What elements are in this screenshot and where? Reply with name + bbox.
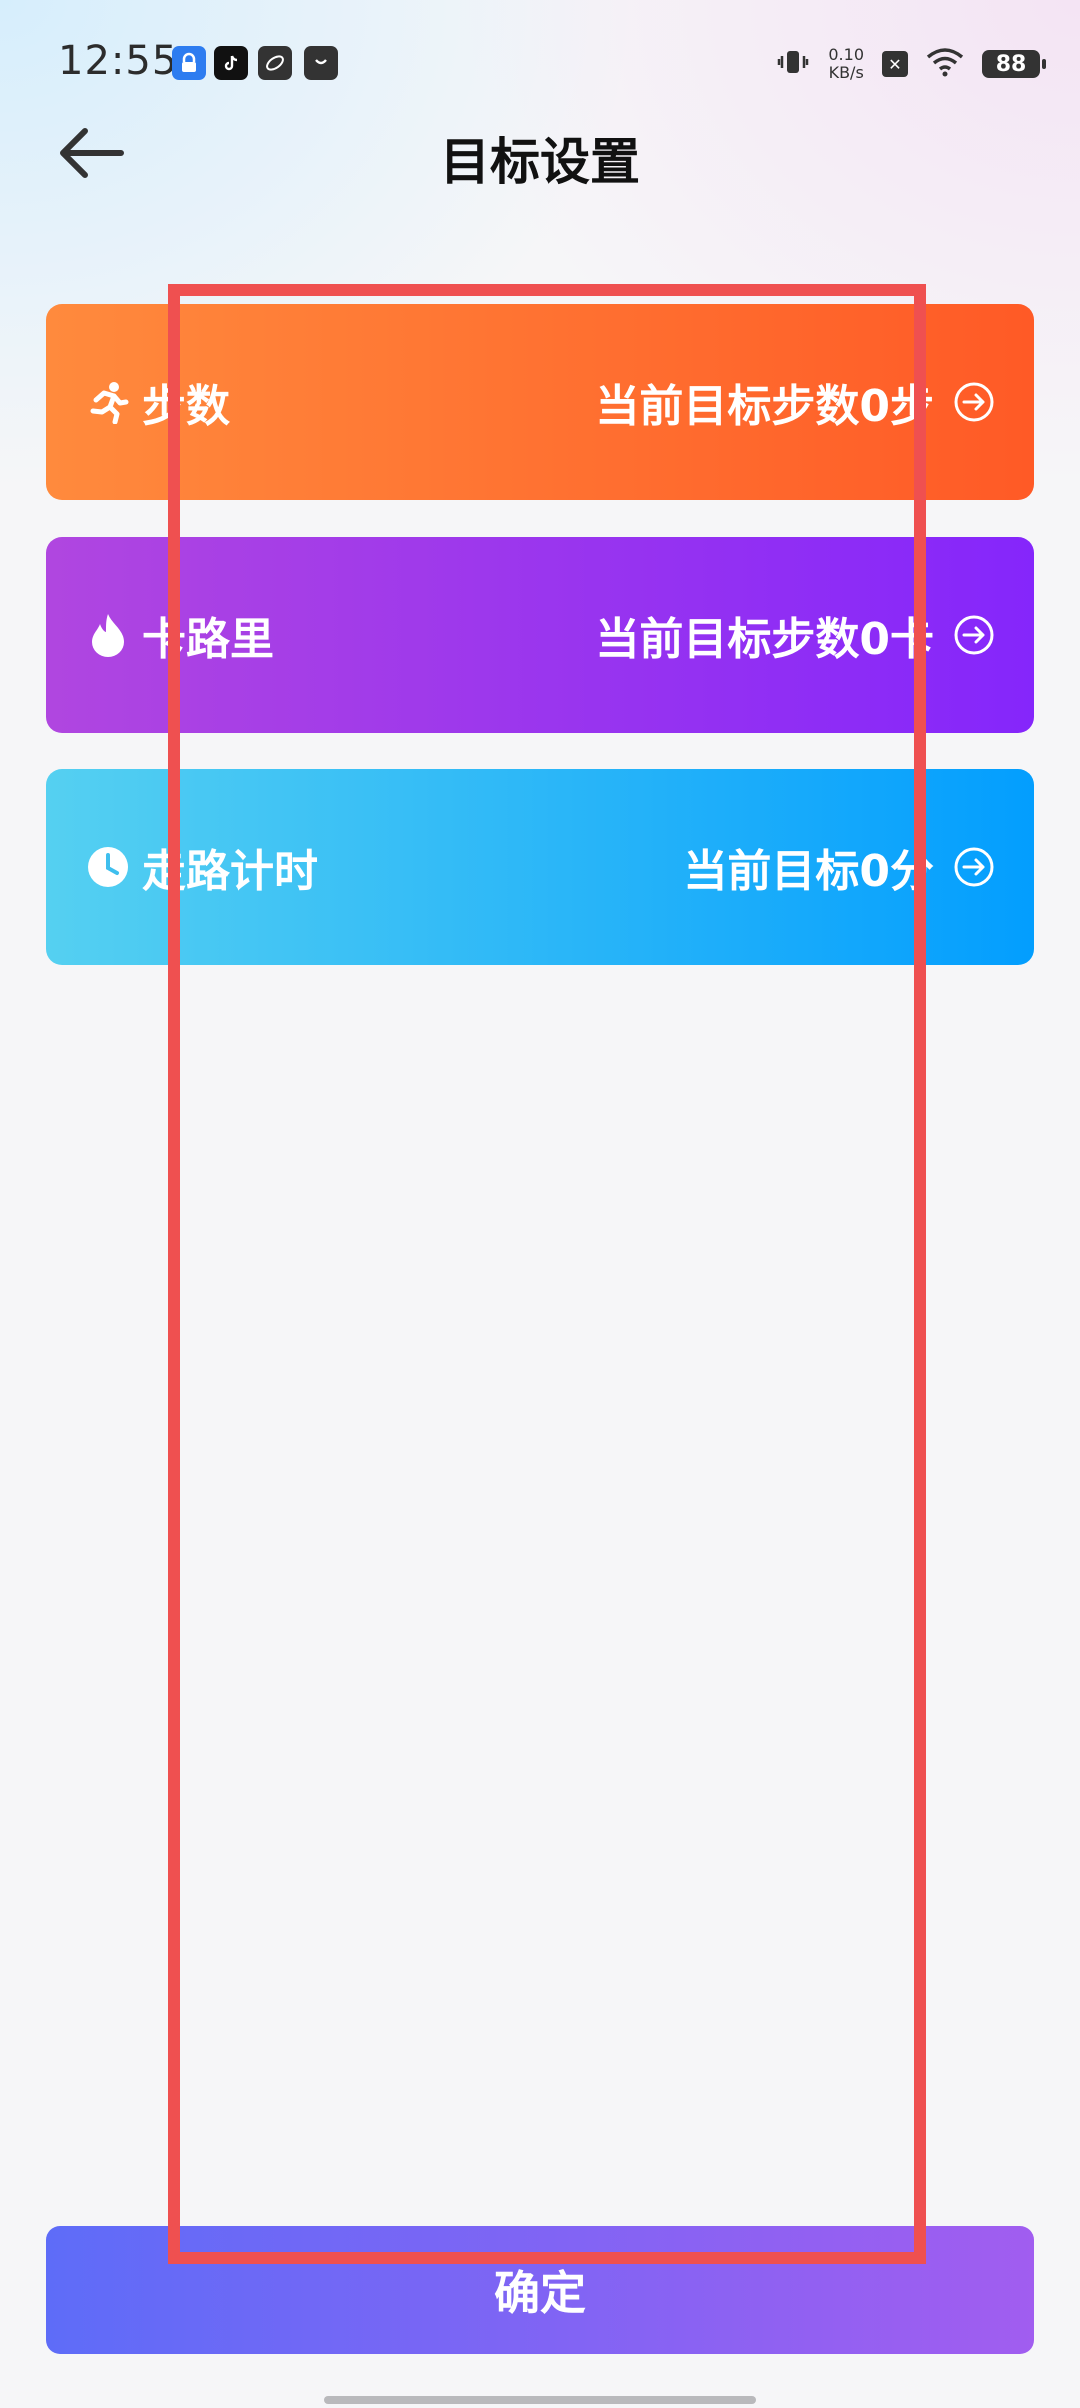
battery-indicator: 88	[982, 50, 1046, 78]
running-icon	[84, 378, 132, 426]
leaf-app-icon	[258, 46, 292, 80]
vpn-icon	[172, 46, 206, 80]
goal-card-label: 步数	[142, 381, 230, 432]
network-speed-value: 0.10	[828, 45, 864, 64]
status-time: 12:55	[58, 38, 179, 84]
circle-arrow-right-icon	[952, 380, 996, 424]
vibrate-icon	[776, 45, 810, 83]
wifi-icon	[926, 47, 964, 81]
goal-card-walk-time[interactable]: 走路计时 当前目标0分	[46, 769, 1034, 965]
tiktok-icon	[214, 46, 248, 80]
network-speed-unit: KB/s	[828, 63, 864, 82]
goal-card-value: 当前目标步数0卡	[595, 614, 934, 665]
circle-arrow-right-icon	[952, 613, 996, 657]
network-speed: 0.10 KB/s	[828, 46, 864, 82]
confirm-button[interactable]: 确定	[46, 2226, 1034, 2354]
clock-icon	[84, 843, 132, 891]
circle-arrow-right-icon	[952, 845, 996, 889]
goal-card-label: 走路计时	[142, 846, 318, 897]
home-indicator[interactable]	[324, 2396, 756, 2404]
goal-card-value: 当前目标步数0步	[595, 381, 934, 432]
goal-card-calories[interactable]: 卡路里 当前目标步数0卡	[46, 537, 1034, 733]
goal-card-label: 卡路里	[142, 614, 274, 665]
goal-card-value: 当前目标0分	[683, 846, 934, 897]
shop-app-icon	[304, 46, 338, 80]
flame-icon	[84, 611, 132, 659]
goal-card-steps[interactable]: 步数 当前目标步数0步	[46, 304, 1034, 500]
page-title: 目标设置	[440, 133, 640, 191]
no-sim-icon: ✕	[882, 51, 908, 77]
status-bar: 12:55 0.10 KB/s ✕ 88	[0, 0, 1080, 120]
status-right-group: 0.10 KB/s ✕ 88	[776, 40, 1046, 88]
